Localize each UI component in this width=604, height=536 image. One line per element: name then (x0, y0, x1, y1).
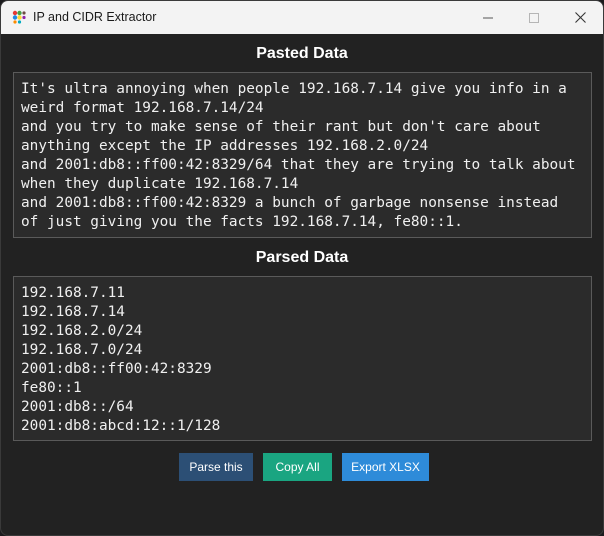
parsed-data-title: Parsed Data (255, 249, 349, 266)
minimize-button[interactable] (465, 1, 511, 34)
copy-all-button[interactable]: Copy All (263, 453, 332, 481)
export-xlsx-button[interactable]: Export XLSX (342, 453, 429, 481)
close-button[interactable] (557, 1, 603, 34)
parsed-line: 192.168.7.11 (21, 285, 125, 301)
parsed-line: fe80::1 (21, 380, 82, 396)
parsed-line: 2001:db8:abcd:12::1/128 (21, 418, 221, 434)
close-icon (574, 12, 586, 23)
app-icon (12, 10, 26, 24)
parsed-data-textarea[interactable]: 192.168.7.11 192.168.7.14 192.168.2.0/24… (13, 276, 592, 441)
parsed-line: 2001:db8::/64 (21, 399, 134, 415)
pasted-data-textarea[interactable]: It's ultra annoying when people 192.168.… (13, 72, 592, 238)
maximize-button[interactable] (511, 1, 557, 34)
window-title: IP and CIDR Extractor (33, 10, 157, 24)
parsed-line: 2001:db8::ff00:42:8329 (21, 361, 212, 377)
pasted-data-title: Pasted Data (256, 45, 348, 62)
parsed-line: 192.168.7.0/24 (21, 342, 143, 358)
maximize-icon (529, 12, 539, 23)
title-bar[interactable]: IP and CIDR Extractor (1, 1, 603, 34)
minimize-icon (483, 17, 493, 18)
app-window: IP and CIDR Extractor Pasted Data It's u… (0, 0, 604, 536)
parsed-line: 192.168.7.14 (21, 304, 125, 320)
parse-button[interactable]: Parse this (179, 453, 253, 481)
parsed-line: 192.168.2.0/24 (21, 323, 143, 339)
